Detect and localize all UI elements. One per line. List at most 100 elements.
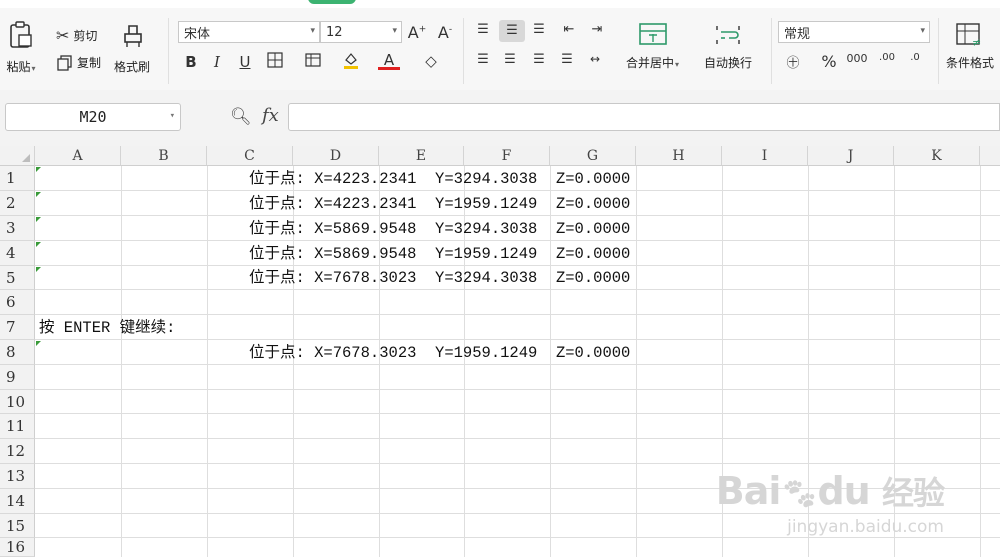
percent-icon[interactable]: %: [818, 52, 840, 71]
font-name-select[interactable]: 宋体 ▾: [178, 21, 320, 43]
formula-input[interactable]: [288, 103, 1000, 131]
ribbon-divider: [938, 18, 939, 84]
column-header[interactable]: H: [636, 146, 722, 166]
watermark-brand2: du: [817, 469, 870, 513]
grid-line: [35, 438, 1000, 439]
align-middle-icon[interactable]: ☰: [499, 20, 525, 42]
row-header[interactable]: 2: [0, 191, 35, 216]
bold-icon[interactable]: B: [180, 53, 202, 71]
column-header[interactable]: A: [35, 146, 121, 166]
thousands-separator-icon[interactable]: 000: [846, 52, 868, 65]
grid-line: [980, 166, 981, 557]
cell-a2[interactable]: 位于点: X=4223.2341 Y=1959.1249 Z=0.0000: [249, 192, 630, 216]
cell-a3[interactable]: 位于点: X=5869.9548 Y=3294.3038 Z=0.0000: [249, 217, 630, 241]
row-header[interactable]: 3: [0, 216, 35, 241]
select-all-corner[interactable]: [0, 146, 35, 166]
error-indicator-icon: [36, 242, 41, 247]
currency-icon[interactable]: ㊉: [782, 52, 804, 71]
cell-a4[interactable]: 位于点: X=5869.9548 Y=1959.1249 Z=0.0000: [249, 242, 630, 266]
grid-line: [35, 339, 1000, 340]
column-header[interactable]: C: [207, 146, 293, 166]
format-painter-button[interactable]: 格式刷: [114, 20, 150, 75]
row-header[interactable]: 12: [0, 439, 35, 464]
column-header[interactable]: G: [550, 146, 636, 166]
row-header[interactable]: 15: [0, 514, 35, 538]
borders-icon[interactable]: [264, 52, 286, 72]
copy-button[interactable]: 复制: [57, 54, 101, 71]
row-header[interactable]: 7: [0, 315, 35, 340]
paste-label: 粘贴: [6, 60, 31, 74]
grid-line: [207, 166, 208, 557]
zoom-search-icon[interactable]: 🔍︎: [230, 107, 252, 127]
fill-color-icon[interactable]: [340, 51, 362, 73]
cut-label: 剪切: [73, 29, 98, 43]
decrease-font-size-icon[interactable]: A-: [434, 23, 456, 42]
eraser-icon[interactable]: ◇: [420, 52, 442, 70]
row-header[interactable]: 6: [0, 290, 35, 315]
column-header[interactable]: B: [121, 146, 207, 166]
name-box[interactable]: M20 ▾: [5, 103, 181, 131]
decrease-decimal-icon[interactable]: .0: [904, 52, 926, 63]
ribbon-divider: [771, 18, 772, 84]
paste-button[interactable]: 粘贴▾: [6, 20, 36, 75]
ribbon-divider: [168, 18, 169, 84]
align-left-icon[interactable]: ☰: [472, 52, 494, 67]
chevron-down-icon: ▾: [310, 26, 315, 36]
cell-a1[interactable]: 位于点: X=4223.2341 Y=3294.3038 Z=0.0000: [249, 167, 630, 191]
row-header[interactable]: 4: [0, 241, 35, 266]
conditional-format-button[interactable]: ≠ 条件格式: [946, 22, 994, 71]
align-bottom-icon[interactable]: ☰: [528, 22, 550, 37]
conditional-format-label: 条件格式: [946, 56, 995, 70]
row-header[interactable]: 11: [0, 414, 35, 439]
distribute-icon[interactable]: ↔: [584, 52, 606, 66]
cell-a7[interactable]: 按 ENTER 键继续:: [39, 316, 175, 340]
cell-style-icon[interactable]: [302, 52, 324, 72]
font-color-icon[interactable]: A: [378, 51, 400, 70]
column-header[interactable]: I: [722, 146, 808, 166]
justify-icon[interactable]: ☰: [556, 52, 578, 67]
cell-a5[interactable]: 位于点: X=7678.3023 Y=3294.3038 Z=0.0000: [249, 266, 630, 290]
merge-center-button[interactable]: 合并居中▾: [626, 22, 679, 71]
baidu-watermark: Bai🐾︎du 经验 jingyan.baidu.com: [716, 469, 945, 537]
column-header[interactable]: D: [293, 146, 379, 166]
column-header[interactable]: E: [379, 146, 464, 166]
number-format-select[interactable]: 常规 ▾: [778, 21, 930, 43]
increase-decimal-icon[interactable]: .00: [876, 52, 898, 63]
merge-cells-icon: [638, 22, 668, 48]
title-strip: [0, 0, 1000, 8]
fx-button[interactable]: fx: [262, 105, 279, 126]
clipboard-icon: [6, 20, 36, 50]
row-header[interactable]: 13: [0, 464, 35, 489]
watermark-url: jingyan.baidu.com: [787, 517, 944, 537]
row-header[interactable]: 8: [0, 340, 35, 365]
column-header[interactable]: J: [808, 146, 894, 166]
cell-reference: M20: [79, 108, 107, 126]
decrease-indent-icon[interactable]: ⇤: [558, 22, 580, 37]
copy-label: 复制: [77, 56, 102, 70]
cell-a8[interactable]: 位于点: X=7678.3023 Y=1959.1249 Z=0.0000: [249, 341, 630, 365]
column-header[interactable]: K: [894, 146, 980, 166]
underline-icon[interactable]: U: [234, 53, 256, 71]
row-header[interactable]: 10: [0, 390, 35, 414]
error-indicator-icon: [36, 167, 41, 172]
increase-indent-icon[interactable]: ⇥: [586, 22, 608, 37]
grid-line: [35, 413, 1000, 414]
row-header[interactable]: 9: [0, 365, 35, 390]
chevron-down-icon: ▾: [169, 111, 175, 121]
error-indicator-icon: [36, 267, 41, 272]
wrap-text-button[interactable]: 自动换行: [704, 22, 752, 71]
column-header-partial[interactable]: [980, 146, 1000, 166]
row-header[interactable]: 5: [0, 266, 35, 290]
column-header[interactable]: F: [464, 146, 550, 166]
font-size-select[interactable]: 12 ▾: [320, 21, 402, 43]
align-top-icon[interactable]: ☰: [472, 22, 494, 37]
align-center-icon[interactable]: ☰: [499, 52, 521, 67]
align-right-icon[interactable]: ☰: [528, 52, 550, 67]
row-header[interactable]: 14: [0, 489, 35, 514]
italic-icon[interactable]: I: [206, 53, 228, 71]
cut-button[interactable]: ✂ 剪切: [56, 26, 97, 45]
row-header[interactable]: 16: [0, 538, 35, 557]
row-header[interactable]: 1: [0, 166, 35, 191]
increase-font-size-icon[interactable]: A+: [406, 23, 428, 42]
ribbon-toolbar: 粘贴▾ ✂ 剪切 复制 格式刷 宋体 ▾ 12 ▾ A+ A- B I U A …: [0, 8, 1000, 91]
